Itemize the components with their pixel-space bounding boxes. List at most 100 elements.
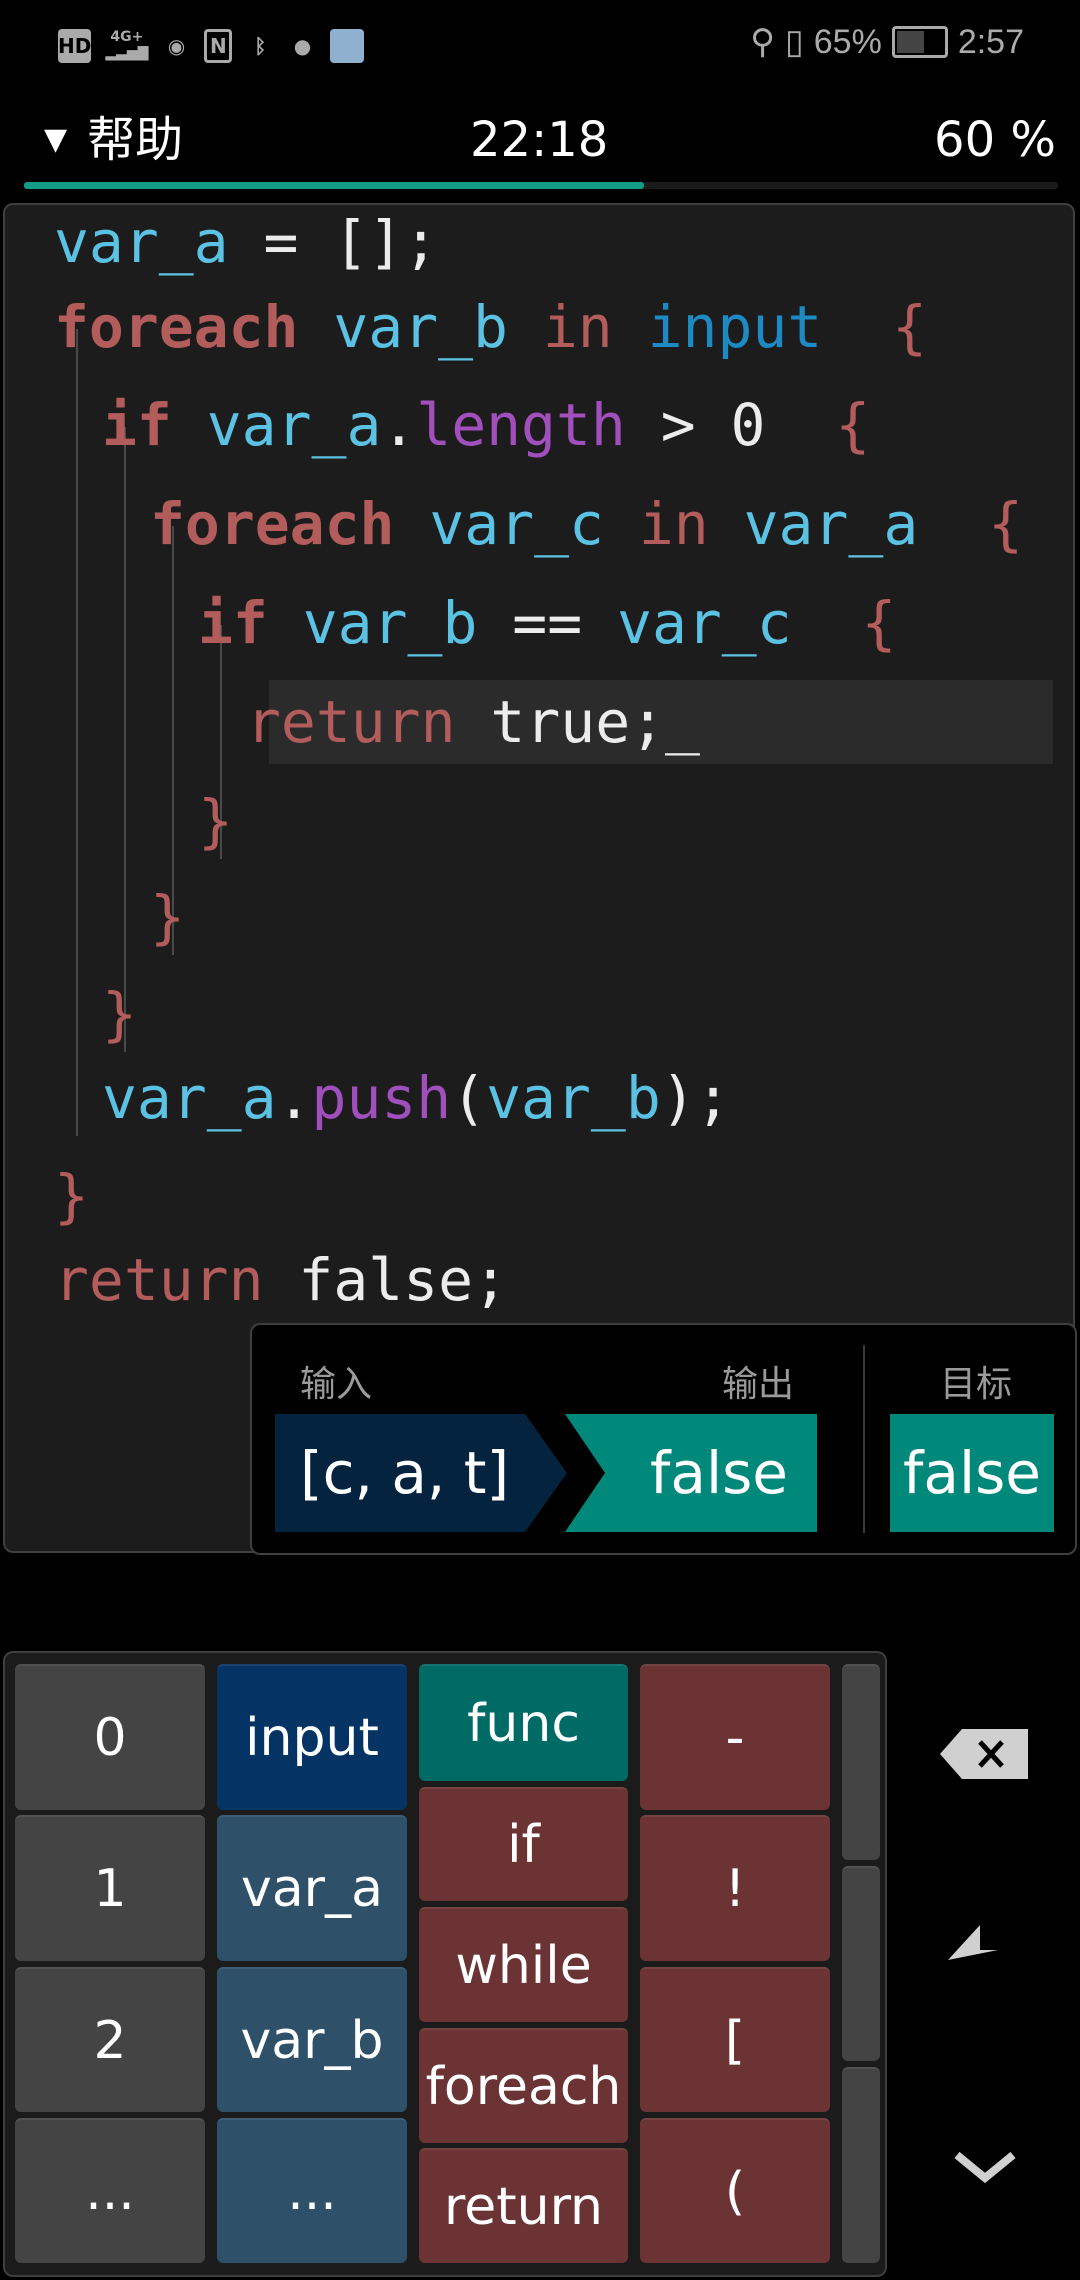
- code-line[interactable]: }: [150, 877, 185, 957]
- number-key[interactable]: 1: [15, 1815, 205, 1961]
- key-label: while: [455, 1935, 592, 1996]
- chevron-down-icon[interactable]: [954, 2150, 1016, 2186]
- key-label: 0: [93, 1708, 127, 1768]
- code-token-var: var_a: [54, 208, 229, 276]
- eye-icon: ◉: [167, 34, 186, 58]
- key-label: input: [245, 1708, 379, 1768]
- code-token-kwb: foreach: [150, 490, 395, 558]
- code-token-plain: false;: [263, 1246, 508, 1314]
- keyword-key[interactable]: if: [419, 1787, 628, 1901]
- code-token-kwb: foreach: [54, 293, 299, 361]
- code-token-var: var_b: [486, 1064, 661, 1132]
- keyword-key[interactable]: while: [419, 1907, 628, 2022]
- keyword-key[interactable]: func: [419, 1664, 628, 1781]
- indent-guide: [76, 329, 78, 1136]
- symbol-key[interactable]: !: [640, 1815, 830, 1961]
- code-line[interactable]: var_a = [];: [54, 202, 438, 282]
- code-token-plain: .: [276, 1064, 312, 1132]
- code-token-brace: {: [918, 490, 1023, 558]
- input-label: 输入: [300, 1364, 373, 1405]
- partial-key[interactable]: [842, 1866, 880, 2061]
- code-token-var: var_b: [298, 293, 508, 361]
- variable-key[interactable]: var_b: [217, 1967, 407, 2112]
- target-label: 目标: [940, 1364, 1013, 1405]
- variable-key[interactable]: input: [217, 1664, 407, 1810]
- key-label: 1: [93, 1859, 127, 1919]
- signal-4g-icon: 4G+ ▂▃▅▇: [105, 29, 149, 61]
- code-token-kw: return: [246, 688, 456, 756]
- key-label: var_a: [241, 1859, 383, 1919]
- code-token-plain: > 0: [625, 391, 836, 459]
- key-label: return: [444, 2176, 603, 2237]
- code-token-in: input: [612, 293, 823, 361]
- symbol-key[interactable]: [: [640, 1967, 830, 2112]
- code-token-plain: .: [381, 391, 417, 459]
- timer: 22:18: [470, 112, 609, 168]
- result-panel: 输入 输出 目标 [c, a, t] false false: [250, 1323, 1077, 1555]
- divider: [863, 1345, 865, 1533]
- progress-fill: [24, 182, 645, 189]
- code-token-var: var_a: [708, 490, 919, 558]
- code-token-kw: in: [603, 490, 709, 558]
- key-label: func: [467, 1693, 580, 1754]
- key-label: !: [724, 1859, 746, 1919]
- hd-icon: HD: [58, 29, 92, 63]
- target-value: false: [890, 1414, 1054, 1532]
- backspace-icon[interactable]: [940, 1729, 1030, 1779]
- code-line[interactable]: return true;_: [246, 682, 700, 762]
- code-line[interactable]: }: [198, 781, 233, 861]
- battery-icon: [891, 26, 948, 58]
- signal-label: 4G+: [110, 29, 144, 45]
- dropdown-triangle-icon: ▼: [44, 122, 68, 157]
- nfc-icon: N: [204, 29, 233, 63]
- code-line[interactable]: }: [54, 1156, 89, 1236]
- status-bar-right: ⚲ ▯ 65% 2:57: [750, 22, 1024, 62]
- key-label: (: [724, 2161, 746, 2222]
- code-token-var: var_a: [171, 391, 382, 459]
- code-token-plain: (: [451, 1064, 487, 1132]
- code-token-kw: in: [507, 293, 613, 361]
- bluetooth-icon: ᛒ: [254, 34, 267, 58]
- partial-key[interactable]: [842, 2067, 880, 2263]
- code-token-plain: true;_: [455, 688, 700, 756]
- keyword-key[interactable]: return: [419, 2148, 628, 2263]
- location-icon: ⚲: [750, 23, 776, 61]
- code-line[interactable]: foreach var_b in input {: [54, 287, 927, 367]
- output-label: 输出: [722, 1364, 795, 1405]
- key-label: ...: [287, 2161, 337, 2222]
- input-value: [c, a, t]: [300, 1439, 510, 1507]
- key-label: -: [725, 1708, 745, 1768]
- code-line[interactable]: }: [102, 974, 137, 1054]
- status-bar-icons: HD 4G+ ▂▃▅▇ ◉ N ᛒ ●: [58, 26, 365, 66]
- code-token-brace: }: [102, 980, 137, 1048]
- code-token-brace: }: [150, 883, 185, 951]
- code-line[interactable]: var_a.push(var_b);: [102, 1058, 731, 1138]
- code-token-var: var_b: [267, 589, 478, 657]
- variable-key[interactable]: ...: [217, 2118, 407, 2263]
- partial-key[interactable]: [842, 1664, 880, 1860]
- code-token-plain: );: [660, 1064, 731, 1132]
- keyword-key[interactable]: foreach: [419, 2028, 628, 2143]
- enter-icon[interactable]: [948, 1925, 1024, 1995]
- code-token-kwb: if: [198, 589, 268, 657]
- code-line[interactable]: return false;: [54, 1240, 508, 1320]
- symbol-key[interactable]: (: [640, 2118, 830, 2263]
- code-token-prop: push: [311, 1064, 452, 1132]
- code-line[interactable]: if var_a.length > 0 {: [102, 385, 870, 465]
- progress-label: 60 %: [934, 112, 1056, 168]
- code-line[interactable]: if var_b == var_c {: [198, 583, 896, 663]
- code-token-prop: length: [416, 391, 626, 459]
- key-label: foreach: [425, 2056, 622, 2117]
- number-key[interactable]: ...: [15, 2118, 205, 2263]
- symbol-key[interactable]: -: [640, 1664, 830, 1810]
- code-line[interactable]: foreach var_c in var_a {: [150, 484, 1023, 564]
- key-label: 2: [93, 2010, 127, 2071]
- key-label: [: [724, 2010, 746, 2071]
- number-key[interactable]: 0: [15, 1664, 205, 1810]
- help-menu[interactable]: ▼ 帮助: [44, 108, 183, 172]
- clock: 2:57: [957, 22, 1024, 61]
- variable-key[interactable]: var_a: [217, 1815, 407, 1961]
- wechat-icon: ●: [293, 34, 312, 58]
- indent-guide: [124, 427, 126, 1052]
- number-key[interactable]: 2: [15, 1967, 205, 2112]
